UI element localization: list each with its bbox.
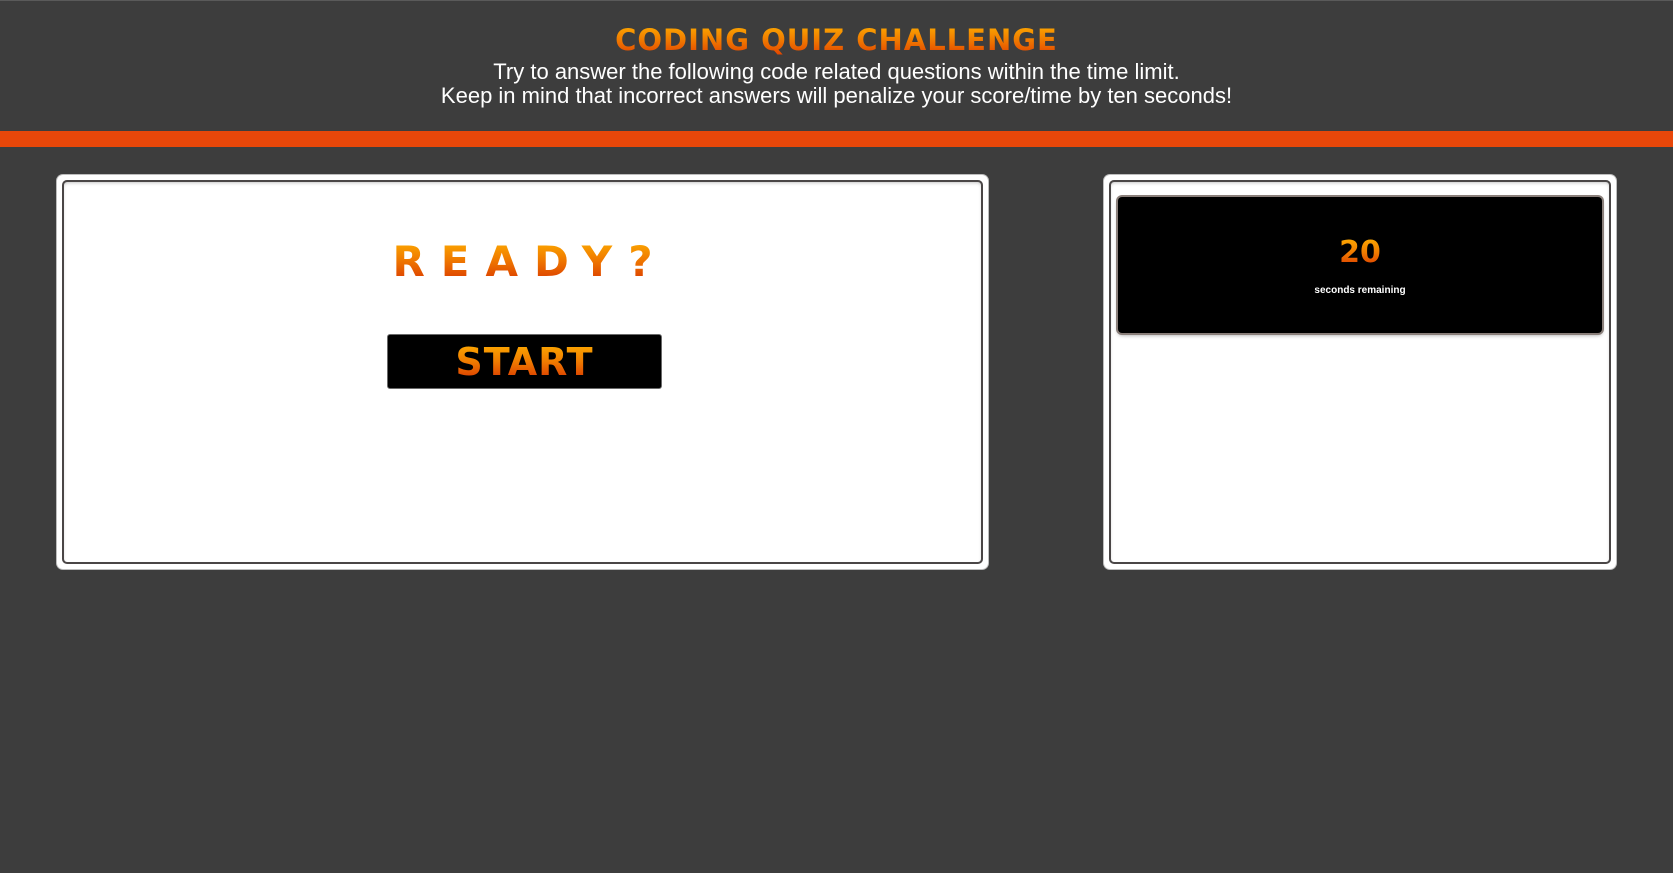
timer-seconds-value: 20 [1118,235,1602,271]
start-button[interactable]: START [387,334,662,389]
page-header: CODING QUIZ CHALLENGE Try to answer the … [0,0,1673,131]
timer-panel: 20 seconds remaining [1104,175,1616,569]
page-title: CODING QUIZ CHALLENGE [0,22,1673,58]
timer-seconds-label: seconds remaining [1314,285,1406,296]
ready-prompt: READY? [59,237,986,287]
accent-divider-bar [0,131,1673,147]
instructions-line-1: Try to answer the following code related… [493,59,1180,84]
instructions-line-2: Keep in mind that incorrect answers will… [440,83,1233,108]
instructions: Try to answer the following code related… [0,60,1673,108]
quiz-panel: READY? START [57,175,988,569]
start-button-label: START [455,339,594,384]
timer-display: 20 seconds remaining [1118,197,1602,333]
